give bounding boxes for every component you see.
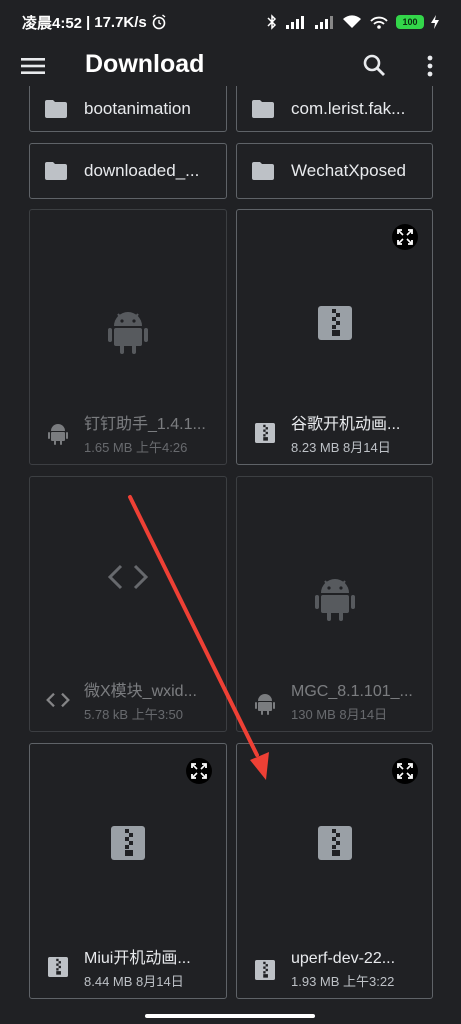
file-card[interactable]: 钉钉助手_1.4.1... 1.65 MB 上午4:26 bbox=[29, 209, 227, 465]
file-card[interactable]: MGC_8.1.101_... 130 MB 8月14日 bbox=[236, 476, 433, 732]
folder-icon bbox=[252, 99, 274, 118]
folder-icon bbox=[252, 162, 274, 180]
wifi-icon-2 bbox=[370, 16, 388, 29]
archive-icon bbox=[48, 957, 68, 977]
home-indicator[interactable] bbox=[145, 1014, 315, 1018]
status-bar: 凌晨4:52 | 17.7K/s 100 bbox=[0, 0, 461, 44]
folder-name: downloaded_... bbox=[84, 161, 200, 180]
file-info: 130 MB 8月14日 bbox=[291, 707, 388, 722]
file-card[interactable]: uperf-dev-22... 1.93 MB 上午3:22 bbox=[236, 743, 433, 999]
wifi-icon-1 bbox=[343, 15, 361, 28]
archive-icon bbox=[111, 826, 145, 860]
folder-name: bootanimation bbox=[84, 98, 191, 118]
file-name: uperf-dev-22... bbox=[291, 950, 396, 967]
archive-icon bbox=[317, 306, 352, 340]
file-info: 1.65 MB 上午4:26 bbox=[84, 440, 188, 455]
hamburger-menu-icon bbox=[21, 58, 45, 74]
file-name: Miui开机动画... bbox=[84, 950, 191, 967]
folder-icon bbox=[45, 99, 67, 118]
bluetooth-icon bbox=[267, 14, 277, 30]
file-card[interactable]: 微X模块_wxid... 5.78 kB 上午3:50 bbox=[29, 476, 227, 732]
page-title: Download bbox=[85, 50, 205, 78]
more-vert-icon bbox=[427, 55, 433, 77]
folder-icon bbox=[45, 162, 67, 180]
folder-item[interactable]: WechatXposed bbox=[236, 143, 433, 199]
file-name: 微X模块_wxid... bbox=[84, 683, 197, 700]
status-time: 凌晨4:52 bbox=[22, 14, 83, 32]
more-options-button[interactable] bbox=[418, 51, 442, 81]
search-icon bbox=[363, 54, 385, 76]
menu-button[interactable] bbox=[18, 53, 48, 79]
expand-button[interactable] bbox=[186, 758, 212, 784]
fullscreen-icon bbox=[397, 229, 413, 245]
expand-button[interactable] bbox=[392, 224, 418, 250]
status-speed: 17.7K/s bbox=[94, 13, 147, 31]
file-info: 5.78 kB 上午3:50 bbox=[84, 707, 183, 722]
android-icon bbox=[108, 312, 148, 354]
folder-item[interactable]: downloaded_... bbox=[29, 143, 227, 199]
charging-icon bbox=[431, 15, 439, 29]
alarm-icon bbox=[152, 14, 166, 30]
signal-hd-icon-1 bbox=[286, 16, 304, 29]
android-icon bbox=[255, 694, 275, 715]
expand-button[interactable] bbox=[392, 758, 418, 784]
file-name: MGC_8.1.101_... bbox=[291, 683, 413, 700]
file-name: 谷歌开机动画... bbox=[291, 416, 401, 433]
fullscreen-icon bbox=[191, 763, 207, 779]
folder-item[interactable]: com.lerist.fak... bbox=[236, 86, 433, 132]
battery-indicator: 100 bbox=[396, 15, 424, 29]
file-info: 8.23 MB 8月14日 bbox=[291, 440, 391, 455]
archive-icon bbox=[255, 423, 275, 443]
file-name: 钉钉助手_1.4.1... bbox=[84, 416, 206, 433]
file-card[interactable]: 谷歌开机动画... 8.23 MB 8月14日 bbox=[236, 209, 433, 465]
file-info: 1.93 MB 上午3:22 bbox=[291, 974, 395, 989]
file-card[interactable]: Miui开机动画... 8.44 MB 8月14日 bbox=[29, 743, 227, 999]
code-icon bbox=[46, 692, 70, 708]
status-divider: | bbox=[86, 13, 91, 31]
app-toolbar: Download bbox=[0, 44, 461, 88]
search-button[interactable] bbox=[360, 51, 390, 81]
folder-name: WechatXposed bbox=[291, 161, 406, 180]
android-icon bbox=[48, 424, 68, 445]
file-info: 8.44 MB 8月14日 bbox=[84, 974, 184, 989]
folder-name: com.lerist.fak... bbox=[291, 98, 406, 118]
signal-hd-icon-2 bbox=[315, 16, 333, 29]
fullscreen-icon bbox=[397, 763, 413, 779]
code-icon bbox=[107, 564, 149, 590]
archive-icon bbox=[255, 960, 275, 980]
android-icon bbox=[314, 579, 355, 621]
folder-item[interactable]: bootanimation bbox=[29, 86, 227, 132]
archive-icon bbox=[317, 826, 352, 860]
